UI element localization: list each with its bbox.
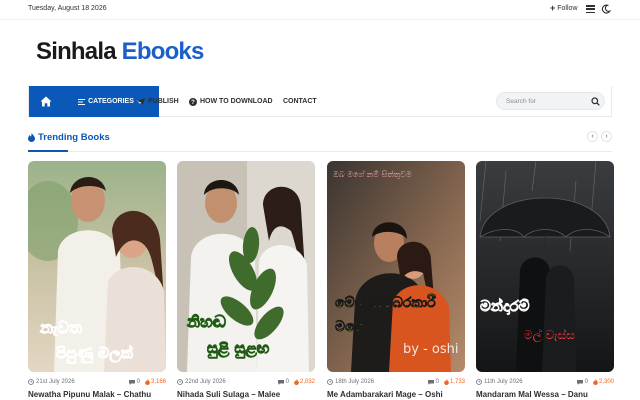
book-meta: 18th July 2026 0 1,733 xyxy=(327,377,465,387)
view-count: 3,166 xyxy=(145,379,166,385)
search-input[interactable] xyxy=(506,96,586,106)
slider-controls: ‹ › xyxy=(587,131,612,142)
follow-button[interactable]: + Follow xyxy=(550,3,578,13)
view-count: 2,032 xyxy=(294,379,315,385)
flame-icon xyxy=(294,379,299,385)
view-count-label: 3,166 xyxy=(150,379,166,385)
trending-books-header: Trending Books ‹ › xyxy=(28,130,612,152)
view-count: 1,733 xyxy=(444,379,465,385)
question-circle-icon: ? xyxy=(189,97,197,106)
comment-count[interactable]: 0 xyxy=(427,379,439,385)
comment-count[interactable]: 0 xyxy=(128,379,140,385)
section-title-label: Trending Books xyxy=(38,132,110,143)
cover-title-line1: මේ ආඩම්බරකාරී xyxy=(335,294,436,312)
categories-label: CATEGORIES xyxy=(88,98,134,105)
menu-icon[interactable] xyxy=(586,5,595,14)
clock-icon xyxy=(28,379,34,385)
flame-icon xyxy=(444,379,449,385)
book-card[interactable]: ඔබ මගේ නම් සිත්තුවම මේ ආඩම්බරකාරී මගේ by… xyxy=(327,161,465,400)
comment-icon xyxy=(277,379,284,385)
cover-title-line1: මන්දාරම් xyxy=(480,297,530,316)
book-card[interactable]: මන්දාරම් මල් වැස්ස 11th July 2026 0 2,30… xyxy=(476,161,614,400)
moon-icon[interactable] xyxy=(601,4,611,14)
post-date-label: 21st July 2026 xyxy=(36,379,75,385)
paper-plane-icon xyxy=(137,98,145,105)
comment-count-label: 0 xyxy=(435,379,439,385)
comment-count[interactable]: 0 xyxy=(576,379,588,385)
logo-text-ebooks: Ebooks xyxy=(121,38,205,65)
post-date-label: 18th July 2026 xyxy=(335,379,375,385)
svg-text:?: ? xyxy=(191,100,195,106)
book-title-link[interactable]: Newatha Pipunu Malak – Chathu xyxy=(28,390,188,399)
cover-title-line2: පිපුණු මලක් xyxy=(56,344,134,364)
home-icon xyxy=(40,96,51,107)
book-card[interactable]: නැවත පිපුණු මලක් 21st July 2026 0 3,166 … xyxy=(28,161,166,400)
top-bar: Tuesday, August 18 2026 + Follow xyxy=(0,0,640,20)
search-box[interactable] xyxy=(496,92,605,110)
comment-count-label: 0 xyxy=(136,379,140,385)
previous-arrow-button[interactable]: ‹ xyxy=(587,131,598,142)
clock-icon xyxy=(476,379,482,385)
view-count-label: 2,300 xyxy=(598,379,614,385)
book-cover[interactable]: නැවත පිපුණු මලක් xyxy=(28,161,166,372)
book-cover[interactable]: මන්දාරම් මල් වැස්ස xyxy=(476,161,614,372)
cover-top-text: ඔබ මගේ නම් සිත්තුවම xyxy=(333,169,412,179)
section-title-underline xyxy=(28,150,68,152)
section-title: Trending Books xyxy=(28,132,110,143)
post-date: 18th July 2026 xyxy=(327,379,374,385)
comment-count-label: 0 xyxy=(584,379,588,385)
home-button[interactable] xyxy=(29,86,62,117)
list-icon xyxy=(78,98,86,105)
book-title-link[interactable]: Nihada Suli Sulaga – Malee xyxy=(177,390,337,399)
nav-publish-label: PUBLISH xyxy=(148,98,179,105)
nav-how-to-download[interactable]: ? HOW TO DOWNLOAD xyxy=(189,86,273,117)
current-date: Tuesday, August 18 2026 xyxy=(28,5,107,12)
post-date: 11th July 2026 xyxy=(476,379,523,385)
clock-icon xyxy=(327,379,333,385)
site-logo[interactable]: Sinhala Ebooks xyxy=(36,38,204,66)
book-cover[interactable]: නිහඬ සුළි සුළඟ xyxy=(177,161,315,372)
post-date-label: 22nd July 2026 xyxy=(185,379,226,385)
cover-title-line2: සුළි සුළඟ xyxy=(207,339,270,359)
flame-icon xyxy=(28,133,35,142)
cover-title-line2: මල් වැස්ස xyxy=(524,328,575,343)
view-count: 2,300 xyxy=(593,379,614,385)
flame-icon xyxy=(145,379,150,385)
view-count-label: 1,733 xyxy=(449,379,465,385)
nav-contact-label: CONTACT xyxy=(283,98,317,105)
nav-how-to-download-label: HOW TO DOWNLOAD xyxy=(200,98,273,105)
post-date: 22nd July 2026 xyxy=(177,379,226,385)
cover-title-line1: නැවත xyxy=(39,318,82,337)
flame-icon xyxy=(593,379,598,385)
search-icon[interactable] xyxy=(591,97,600,106)
comment-icon xyxy=(576,379,583,385)
book-meta: 11th July 2026 0 2,300 xyxy=(476,377,614,387)
view-count-label: 2,032 xyxy=(299,379,315,385)
book-meta: 22nd July 2026 0 2,032 xyxy=(177,377,315,387)
nav-publish[interactable]: PUBLISH xyxy=(137,86,179,117)
comment-count-label: 0 xyxy=(285,379,289,385)
comment-icon xyxy=(128,379,135,385)
post-date-label: 11th July 2026 xyxy=(484,379,523,385)
clock-icon xyxy=(177,379,183,385)
book-title-link[interactable]: Me Adambarakari Mage – Oshi xyxy=(327,390,487,399)
logo-text-sinhala: Sinhala xyxy=(36,38,117,65)
post-date: 21st July 2026 xyxy=(28,379,75,385)
book-cover[interactable]: ඔබ මගේ නම් සිත්තුවම මේ ආඩම්බරකාරී මගේ by… xyxy=(327,161,465,372)
book-card[interactable]: නිහඬ සුළි සුළඟ 22nd July 2026 0 2,032 Ni… xyxy=(177,161,315,400)
follow-label: Follow xyxy=(557,5,578,12)
plus-icon: + xyxy=(550,3,556,13)
main-navigation: CATEGORIES PUBLISH ? HOW TO DOWNLOAD CON… xyxy=(28,86,612,117)
comment-count[interactable]: 0 xyxy=(277,379,289,385)
cover-title-line1: නිහඬ xyxy=(186,312,226,331)
comment-icon xyxy=(427,379,434,385)
nav-contact[interactable]: CONTACT xyxy=(283,86,317,117)
cover-author-text: by - oshi xyxy=(403,342,458,357)
book-meta: 21st July 2026 0 3,166 xyxy=(28,377,166,387)
cover-title-line2: මගේ xyxy=(335,318,367,335)
next-arrow-button[interactable]: › xyxy=(601,131,612,142)
book-title-link[interactable]: Mandaram Mal Wessa – Danu xyxy=(476,390,636,399)
